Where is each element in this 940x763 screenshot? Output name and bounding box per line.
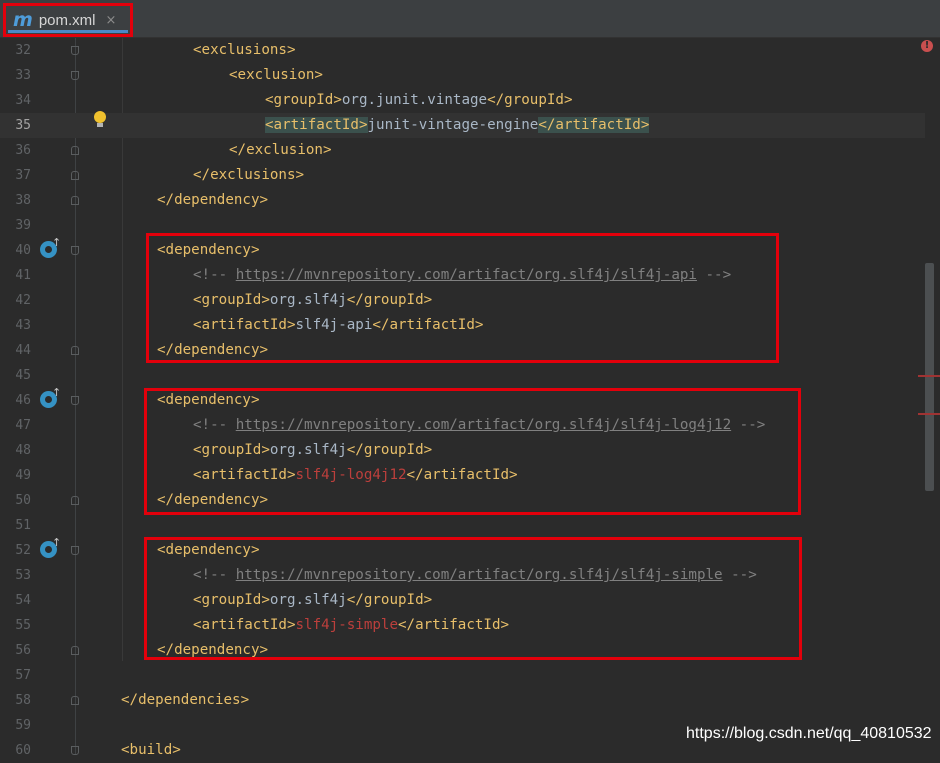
line-number: 50 [15, 493, 31, 508]
line-number: 46 [15, 393, 31, 408]
highlight-box-slf4j-simple [144, 537, 802, 660]
lightbulb-icon[interactable] [94, 111, 106, 123]
code-line[interactable]: 57 [0, 663, 925, 688]
vertical-scrollbar[interactable] [925, 263, 934, 491]
line-number: 37 [15, 168, 31, 183]
line-number: 51 [15, 518, 31, 533]
line-number: 57 [15, 668, 31, 683]
code-line[interactable]: 32 <exclusions> [0, 38, 925, 63]
line-number: 59 [15, 718, 31, 733]
line-number: 54 [15, 593, 31, 608]
arrow-up-icon: ↑ [52, 236, 62, 249]
line-number: 49 [15, 468, 31, 483]
line-number: 45 [15, 368, 31, 383]
line-number: 42 [15, 293, 31, 308]
code-line[interactable]: 37 </exclusions> [0, 163, 925, 188]
watermark-text: https://blog.csdn.net/qq_40810532 [686, 725, 932, 742]
line-number: 48 [15, 443, 31, 458]
fold-marker-icon[interactable] [71, 496, 79, 505]
line-number: 43 [15, 318, 31, 333]
close-icon[interactable]: × [106, 13, 117, 28]
maven-m-icon: m [13, 8, 33, 31]
tab-label: pom.xml [38, 11, 96, 29]
xml-tag: </exclusions> [193, 167, 305, 183]
xml-text: junit-vintage-engine [367, 117, 539, 133]
xml-tag: </groupId> [487, 92, 573, 108]
error-stripe-marker[interactable] [918, 413, 940, 415]
code-line[interactable]: 33 <exclusion> [0, 63, 925, 88]
line-number: 33 [15, 68, 31, 83]
xml-tag: <exclusions> [193, 42, 296, 58]
tab-pom-xml[interactable]: m pom.xml × [3, 3, 133, 37]
lightbulb-base [97, 123, 103, 127]
fold-marker-icon[interactable] [71, 546, 79, 555]
line-number: 52 [15, 543, 31, 558]
active-tab-indicator [8, 30, 128, 33]
line-number: 56 [15, 643, 31, 658]
line-number: 35 [15, 118, 31, 133]
line-number: 38 [15, 193, 31, 208]
fold-marker-icon[interactable] [71, 196, 79, 205]
xml-tag: </dependencies> [121, 692, 250, 708]
error-stripe-marker[interactable] [918, 375, 940, 377]
code-line[interactable]: 38 </dependency> [0, 188, 925, 213]
xml-tag-matched: </artifactId> [538, 117, 650, 133]
line-number: 44 [15, 343, 31, 358]
line-number: 34 [15, 93, 31, 108]
fold-marker-icon[interactable] [71, 246, 79, 255]
highlight-box-slf4j-api [146, 233, 779, 363]
xml-tag: </exclusion> [229, 142, 332, 158]
fold-marker-icon[interactable] [71, 71, 79, 80]
fold-marker-icon[interactable] [71, 396, 79, 405]
highlight-box-slf4j-log4j12 [144, 388, 801, 515]
xml-tag: </dependency> [157, 192, 269, 208]
error-indicator-icon[interactable]: ! [921, 40, 933, 52]
xml-tag-matched: <artifactId> [265, 117, 368, 133]
current-code-line[interactable]: 35 <artifactId>junit-vintage-engine</art… [0, 113, 925, 138]
line-number: 55 [15, 618, 31, 633]
code-editor[interactable]: 32 <exclusions> 33 <exclusion> 34 <group… [0, 38, 940, 758]
code-line[interactable]: 36 </exclusion> [0, 138, 925, 163]
fold-marker-icon[interactable] [71, 146, 79, 155]
line-number: 32 [15, 43, 31, 58]
fold-marker-icon[interactable] [71, 696, 79, 705]
code-line[interactable]: 51 [0, 513, 925, 538]
code-line[interactable]: 34 <groupId>org.junit.vintage</groupId> [0, 88, 925, 113]
line-number: 40 [15, 243, 31, 258]
line-number: 53 [15, 568, 31, 583]
fold-marker-icon[interactable] [71, 46, 79, 55]
xml-text: org.junit.vintage [341, 92, 488, 108]
arrow-up-icon: ↑ [52, 536, 62, 549]
line-number: 47 [15, 418, 31, 433]
xml-tag: <exclusion> [229, 67, 323, 83]
line-number: 41 [15, 268, 31, 283]
fold-marker-icon[interactable] [71, 646, 79, 655]
fold-marker-icon[interactable] [71, 346, 79, 355]
line-number: 39 [15, 218, 31, 233]
line-number: 60 [15, 743, 31, 758]
xml-tag: <build> [121, 742, 181, 758]
arrow-up-icon: ↑ [52, 386, 62, 399]
fold-marker-icon[interactable] [71, 171, 79, 180]
line-number: 58 [15, 693, 31, 708]
xml-tag: <groupId> [265, 92, 342, 108]
editor-tab-bar: m pom.xml × [0, 0, 940, 38]
code-line[interactable]: 45 [0, 363, 925, 388]
fold-marker-icon[interactable] [71, 746, 79, 755]
code-line[interactable]: 58 </dependencies> [0, 688, 925, 713]
line-number: 36 [15, 143, 31, 158]
